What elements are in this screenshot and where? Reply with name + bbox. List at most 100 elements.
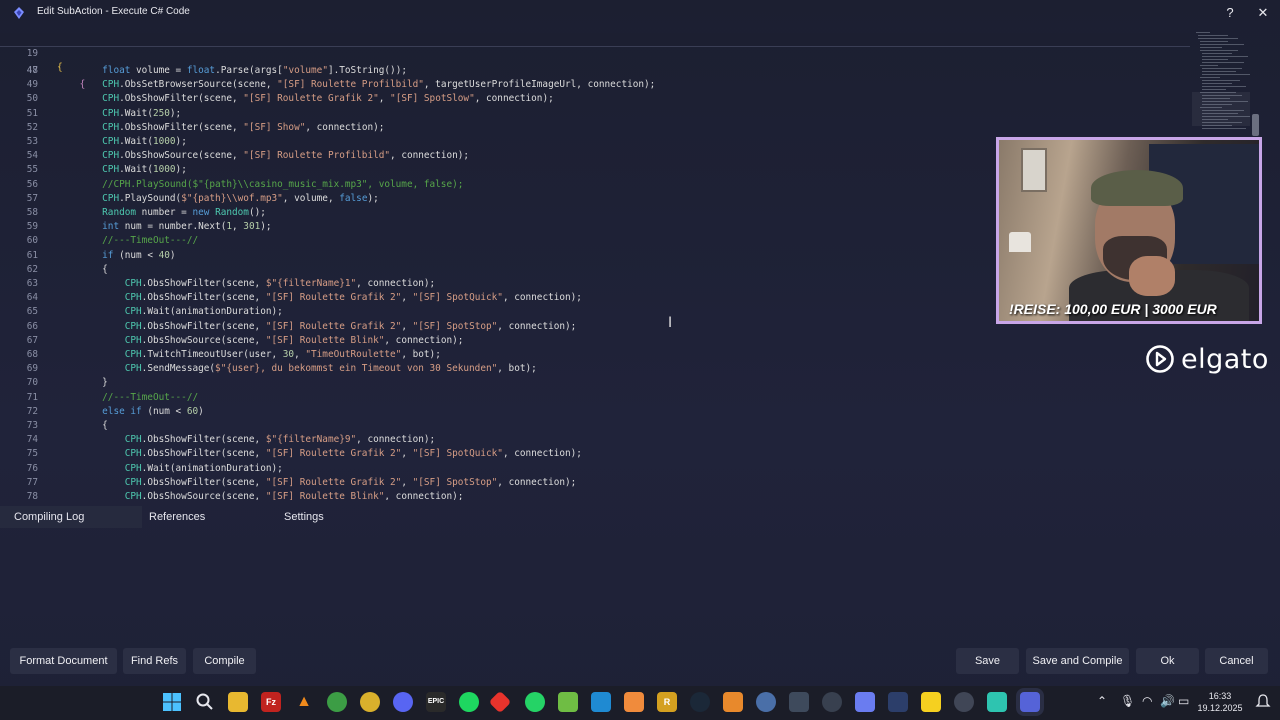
code-text: else if (num < 60) (102, 405, 204, 417)
file-explorer-icon[interactable] (228, 692, 248, 712)
sticky-scroll-line[interactable]: 19 { (0, 33, 1190, 73)
steam-icon[interactable] (690, 692, 710, 712)
line-number: 54 (26, 150, 38, 162)
network-tool-icon[interactable] (789, 692, 809, 712)
code-text: CPH.ObsShowFilter(scene, "[SF] Roulette … (124, 448, 582, 460)
notepad-plus-icon[interactable] (558, 692, 578, 712)
code-line[interactable]: 70 } (0, 376, 1190, 390)
game-launcher-icon[interactable] (723, 692, 743, 712)
title-bar: Edit SubAction - Execute C# Code ? ✕ (0, 0, 1280, 26)
microphone-icon[interactable]: 🎙 (1120, 694, 1135, 708)
code-text: Random number = new Random(); (102, 207, 266, 218)
code-line[interactable]: 52 CPH.ObsShowFilter(scene, "[SF] Show",… (0, 121, 1190, 135)
code-line[interactable]: 77 CPH.ObsShowFilter(scene, "[SF] Roulet… (0, 476, 1190, 490)
wave-link-icon[interactable] (987, 692, 1007, 712)
search-icon[interactable] (195, 692, 215, 712)
elgato-watermark: elgato (1145, 342, 1269, 376)
streamerbot-taskbar-icon[interactable] (855, 692, 875, 712)
code-text: } (57, 377, 108, 389)
tab-settings[interactable]: Settings (270, 506, 410, 528)
line-number: 75 (26, 448, 38, 460)
webcam-person-hand (1129, 256, 1175, 296)
code-line[interactable]: 67 CPH.ObsShowSource(scene, "[SF] Roulet… (0, 334, 1190, 348)
code-line[interactable]: 72 else if (num < 60) (0, 405, 1190, 419)
close-button[interactable]: ✕ (1253, 4, 1273, 22)
sticky-scroll-line[interactable]: 47 { (0, 50, 1190, 90)
compiling-log-panel[interactable] (0, 528, 1280, 638)
tray-overflow-icon[interactable]: ⌃ (1097, 694, 1107, 708)
code-line[interactable]: 48 float volume = float.Parse(args["volu… (0, 64, 1190, 78)
code-line[interactable]: 50 CPH.ObsShowFilter(scene, "[SF] Roulet… (0, 92, 1190, 106)
code-text: CPH.ObsShowSource(scene, "[SF] Roulette … (124, 491, 464, 500)
code-text: CPH.ObsShowSource(scene, "[SF] Roulette … (124, 334, 464, 346)
taskbar-clock[interactable]: 16:33 19.12.2025 (1196, 690, 1244, 714)
vlc-icon[interactable]: ▲ (294, 692, 314, 712)
ris-app-icon[interactable]: R (657, 692, 677, 712)
speaker-icon[interactable]: 🔊 (1160, 694, 1175, 708)
line-number: 55 (26, 164, 38, 176)
xampp-icon[interactable] (624, 692, 644, 712)
elgato-app-icon[interactable] (888, 692, 908, 712)
code-line[interactable]: 78 CPH.ObsShowSource(scene, "[SF] Roulet… (0, 490, 1190, 500)
chrome-icon[interactable] (327, 692, 347, 712)
line-number: 69 (26, 363, 38, 375)
notification-bell-icon[interactable] (1254, 693, 1272, 711)
save-and-compile-button[interactable]: Save and Compile (1026, 648, 1129, 674)
battery-icon[interactable]: ▭ (1178, 694, 1189, 708)
save-button[interactable]: Save (956, 648, 1019, 674)
settings-app-icon[interactable] (954, 692, 974, 712)
ok-button[interactable]: Ok (1136, 648, 1199, 674)
line-number: 62 (26, 263, 38, 275)
line-number: 78 (26, 491, 38, 500)
line-number: 50 (26, 93, 38, 105)
filezilla-icon[interactable]: Fz (261, 692, 281, 712)
code-line[interactable]: 76 CPH.Wait(animationDuration); (0, 462, 1190, 476)
line-number: 53 (26, 136, 38, 147)
code-line[interactable]: 75 CPH.ObsShowFilter(scene, "[SF] Roulet… (0, 447, 1190, 461)
cancel-button[interactable]: Cancel (1205, 648, 1268, 674)
line-number: 63 (26, 278, 38, 289)
code-text: if (num < 40) (102, 249, 176, 261)
vscode-icon[interactable] (591, 692, 611, 712)
line-number: 65 (26, 306, 38, 318)
code-line[interactable]: 71 //---TimeOut---// (0, 391, 1190, 405)
line-number: 51 (26, 107, 38, 119)
browser-icon[interactable] (756, 692, 776, 712)
spotify-icon[interactable] (459, 692, 479, 712)
code-line[interactable]: 51 CPH.Wait(250); (0, 107, 1190, 121)
wifi-icon[interactable]: ◠ (1142, 694, 1152, 708)
epic-games-icon[interactable]: EPIC (426, 692, 446, 712)
code-text: //CPH.PlaySound($"{path}\\casino_music_m… (57, 178, 464, 190)
obs-icon[interactable] (822, 692, 842, 712)
sticky-notes-icon[interactable] (921, 692, 941, 712)
code-minimap[interactable] (1192, 30, 1252, 150)
chrome-profile-icon[interactable] (360, 692, 380, 712)
code-line[interactable]: 68 CPH.TwitchTimeoutUser(user, 30, "Time… (0, 348, 1190, 362)
code-text: CPH.ObsShowSource(scene, "[SF] Roulette … (102, 150, 470, 162)
code-text: CPH.Wait(animationDuration); (124, 306, 283, 318)
code-text: CPH.ObsShowFilter(scene, "[SF] Roulette … (124, 320, 577, 332)
code-line[interactable]: 74 CPH.ObsShowFilter(scene, $"{filterNam… (0, 433, 1190, 447)
format-document-button[interactable]: Format Document (10, 648, 117, 674)
app-window: Edit SubAction - Execute C# Code ? ✕ 19 … (0, 0, 1280, 720)
discord-icon[interactable] (393, 692, 413, 712)
streamerbot-active-icon[interactable] (1020, 692, 1040, 712)
line-number: 73 (26, 420, 38, 431)
code-line[interactable]: 49 CPH.ObsSetBrowserSource(scene, "[SF] … (0, 78, 1190, 92)
compile-button[interactable]: Compile (193, 648, 256, 674)
code-line[interactable]: 73 { (0, 419, 1190, 433)
find-refs-button[interactable]: Find Refs (123, 648, 186, 674)
webcam-overlay: !REISE: 100,00 EUR | 3000 EUR (996, 137, 1262, 324)
tab-references[interactable]: References (135, 506, 275, 528)
line-number: 72 (26, 405, 38, 417)
code-text: CPH.ObsSetBrowserSource(scene, "[SF] Rou… (102, 79, 656, 91)
windows-start-icon[interactable] (162, 692, 182, 712)
webcam-goal-text: !REISE: 100,00 EUR | 3000 EUR (1009, 301, 1217, 317)
clock-time: 16:33 (1208, 691, 1232, 701)
tab-compiling-log[interactable]: Compiling Log (0, 506, 142, 528)
code-line[interactable]: 69 CPH.SendMessage($"{user}, du bekommst… (0, 362, 1190, 376)
whatsapp-icon[interactable] (525, 692, 545, 712)
line-number: 19 (26, 48, 38, 59)
scrollbar-thumb[interactable] (1252, 114, 1259, 136)
help-button[interactable]: ? (1220, 4, 1240, 22)
